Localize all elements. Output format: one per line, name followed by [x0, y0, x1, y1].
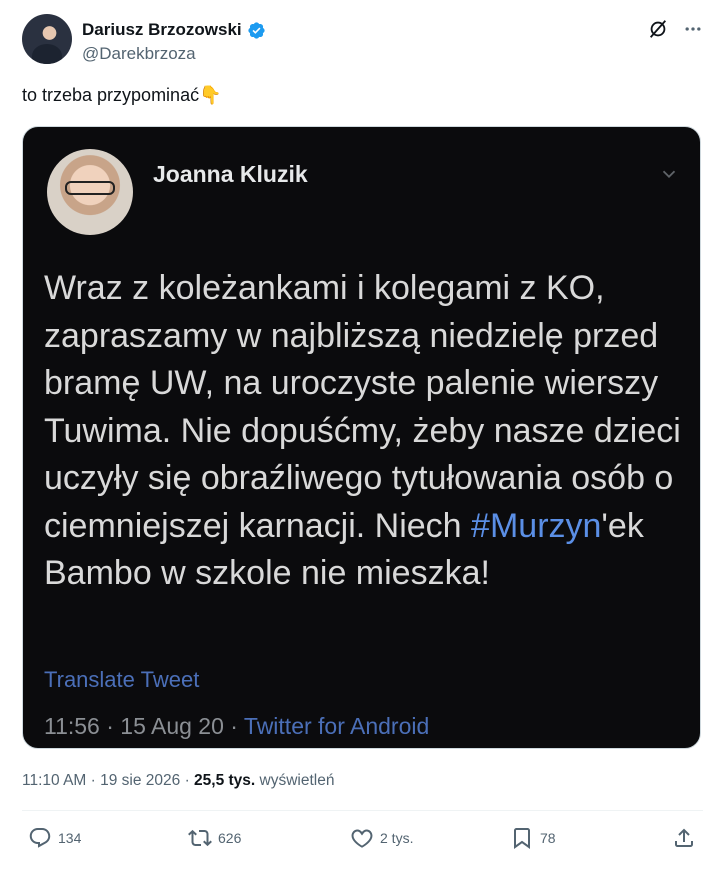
author-handle[interactable]: @Darekbrzoza	[82, 44, 196, 64]
header-actions	[647, 18, 703, 40]
tweet-header: Dariusz Brzozowski @Darekbrzoza	[22, 14, 703, 70]
embedded-hashtag: #Murzyn	[471, 506, 602, 545]
embedded-meta-app: Twitter for Android	[243, 713, 430, 739]
timestamp-time[interactable]: 11:10 AM · 19 sie 2026 ·	[22, 772, 194, 789]
tweet-media-image[interactable]: Joanna Kluzik Wraz z koleżankami i koleg…	[22, 126, 701, 749]
repost-icon	[188, 826, 212, 850]
more-icon[interactable]	[683, 19, 703, 39]
embedded-text-before: Wraz z koleżankami i kolegami z KO, zapr…	[44, 269, 681, 545]
like-count: 2 tys.	[380, 830, 414, 846]
bookmark-count: 78	[540, 830, 556, 846]
embedded-author-name: Joanna Kluzik	[153, 161, 308, 187]
repost-button[interactable]: 626	[188, 826, 241, 850]
chevron-down-icon	[658, 163, 680, 190]
bookmark-icon	[510, 826, 534, 850]
divider	[22, 810, 703, 811]
views-label: wyświetleń	[255, 772, 335, 789]
reply-button[interactable]: 134	[28, 826, 81, 850]
tweet-text: to trzeba przypominać👇	[22, 85, 222, 106]
grok-icon[interactable]	[647, 18, 669, 40]
verified-badge-icon[interactable]	[247, 21, 266, 40]
pointing-down-emoji: 👇	[199, 85, 222, 105]
share-icon	[672, 826, 696, 850]
embedded-meta-time: 11:56 · 15 Aug 20 ·	[44, 713, 244, 739]
embedded-meta: 11:56 · 15 Aug 20 · Twitter for Android	[44, 713, 429, 740]
embedded-translate-link: Translate Tweet	[44, 667, 200, 692]
author-avatar[interactable]	[22, 14, 72, 64]
action-bar: 134 626 2 tys. 78	[22, 826, 703, 860]
embedded-avatar	[47, 149, 133, 235]
embedded-tweet-text: Wraz z koleżankami i kolegami z KO, zapr…	[44, 265, 684, 598]
bookmark-button[interactable]: 78	[510, 826, 556, 850]
reply-count: 134	[58, 830, 82, 846]
author-name-row: Dariusz Brzozowski	[82, 20, 266, 40]
tweet-text-body: to trzeba przypominać	[22, 85, 200, 105]
repost-count: 626	[218, 830, 242, 846]
views-count: 25,5 tys.	[194, 772, 256, 789]
share-button[interactable]	[672, 826, 696, 850]
tweet-timestamp: 11:10 AM · 19 sie 2026 · 25,5 tys. wyświ…	[22, 772, 334, 790]
like-button[interactable]: 2 tys.	[350, 826, 413, 850]
like-icon	[350, 826, 374, 850]
author-display-name[interactable]: Dariusz Brzozowski	[82, 20, 242, 40]
reply-icon	[28, 826, 52, 850]
